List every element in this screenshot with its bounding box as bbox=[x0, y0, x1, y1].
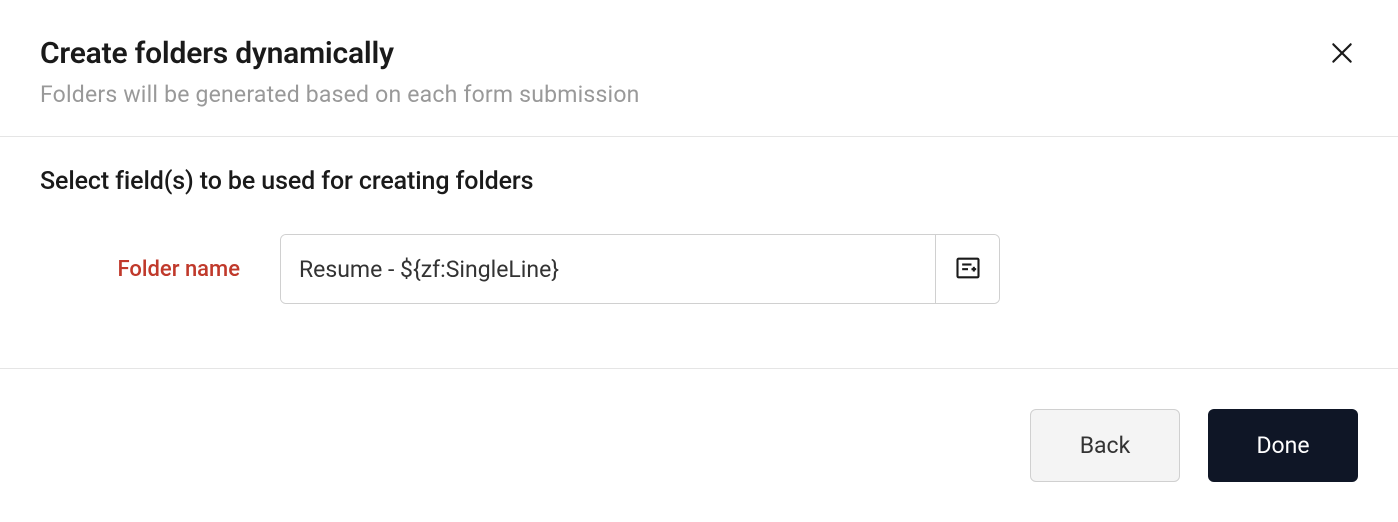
create-folders-modal: Create folders dynamically Folders will … bbox=[0, 0, 1398, 522]
folder-name-row: Folder name bbox=[40, 234, 1358, 304]
insert-field-icon bbox=[954, 254, 982, 285]
folder-name-label: Folder name bbox=[40, 257, 240, 282]
modal-header: Create folders dynamically Folders will … bbox=[0, 0, 1398, 137]
section-title: Select field(s) to be used for creating … bbox=[40, 167, 1358, 196]
modal-body: Select field(s) to be used for creating … bbox=[0, 137, 1398, 368]
folder-name-input[interactable] bbox=[281, 235, 935, 303]
close-button[interactable] bbox=[1326, 38, 1358, 70]
modal-footer: Back Done bbox=[0, 368, 1398, 522]
close-icon bbox=[1329, 40, 1355, 69]
back-button[interactable]: Back bbox=[1030, 409, 1180, 482]
folder-name-input-wrapper bbox=[280, 234, 1000, 304]
insert-field-button[interactable] bbox=[935, 235, 999, 303]
modal-subtitle: Folders will be generated based on each … bbox=[40, 81, 1358, 108]
done-button[interactable]: Done bbox=[1208, 409, 1358, 482]
modal-title: Create folders dynamically bbox=[40, 36, 1358, 71]
